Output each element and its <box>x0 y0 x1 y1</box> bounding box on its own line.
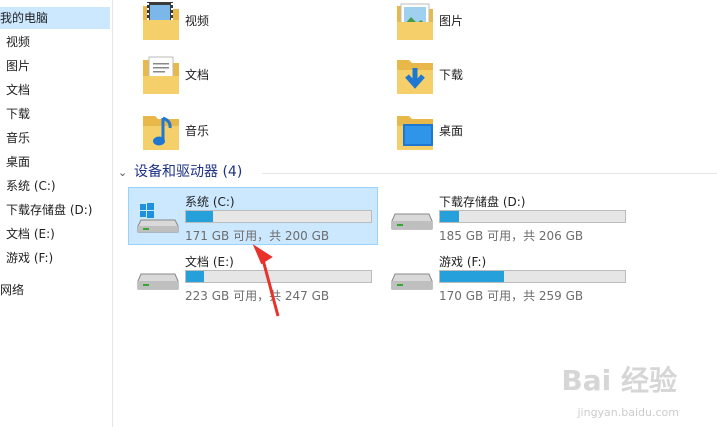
watermark-url: jingyan.baidu.com <box>577 406 679 419</box>
watermark-brand: Bai 经验 <box>561 364 677 397</box>
